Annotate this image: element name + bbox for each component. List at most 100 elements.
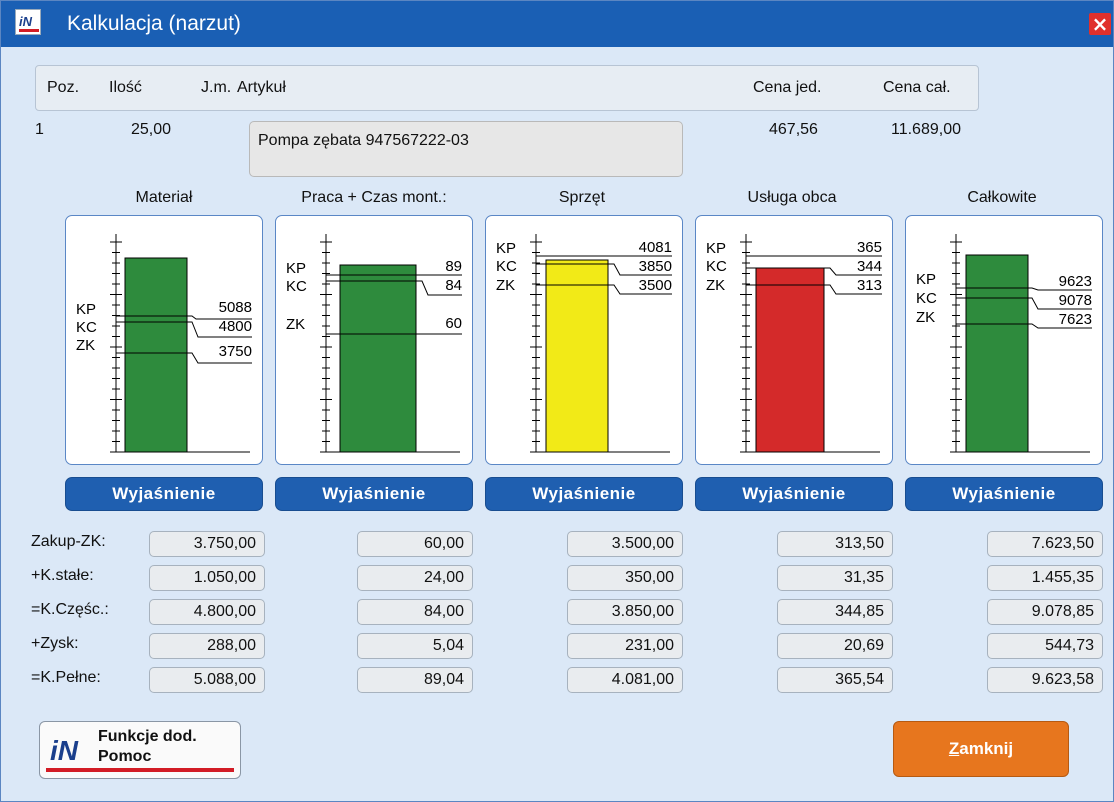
value-field[interactable]: 4.800,00 (149, 599, 265, 625)
value-field[interactable]: 9.623,58 (987, 667, 1103, 693)
help-label: Pomoc (98, 748, 152, 765)
close-mnemonic: Z (948, 739, 960, 758)
value-kp: 9623 (1059, 273, 1092, 290)
window-title: Kalkulacja (narzut) (67, 12, 241, 35)
value-field[interactable]: 544,73 (987, 633, 1103, 659)
chart-bar (545, 259, 609, 453)
row-label-kstale: +K.stałe: (31, 567, 94, 584)
svg-text:iN: iN (50, 735, 79, 766)
header-jm: J.m. (201, 79, 232, 96)
value-field[interactable]: 365,54 (777, 667, 893, 693)
chart-bar (755, 267, 825, 453)
column-title-equipment: Sprzęt (558, 189, 606, 206)
value-field[interactable]: 7.623,50 (987, 531, 1103, 557)
explain-button-equipment[interactable]: Wyjaśnienie (485, 477, 683, 511)
value-zk: 60 (445, 315, 462, 332)
calculation-window: iN Kalkulacja (narzut) × Poz. Ilość J.m.… (0, 0, 1114, 802)
value-field[interactable]: 89,04 (357, 667, 473, 693)
value-field[interactable]: 3.500,00 (567, 531, 683, 557)
value-field[interactable]: 344,85 (777, 599, 893, 625)
chart-bar (124, 257, 188, 453)
label-kp: KP (76, 301, 96, 318)
chart-total: KP KC ZK 9623 9078 7623 (905, 215, 1103, 465)
header-artykul: Artykuł (237, 79, 286, 96)
value-kc: 84 (445, 277, 462, 294)
value-field[interactable]: 3.850,00 (567, 599, 683, 625)
explain-button-material[interactable]: Wyjaśnienie (65, 477, 263, 511)
value-kc: 4800 (219, 318, 252, 335)
value-kp: 89 (445, 258, 462, 275)
explain-button-outsourced[interactable]: Wyjaśnienie (695, 477, 893, 511)
chart-bar (339, 264, 417, 453)
chart-scale (950, 234, 962, 453)
value-field[interactable]: 1.050,00 (149, 565, 265, 591)
value-field[interactable]: 350,00 (567, 565, 683, 591)
header-poz: Poz. (47, 79, 80, 96)
chart-scale (110, 234, 122, 453)
label-zk: ZK (496, 277, 515, 294)
chart-scale (320, 234, 332, 453)
functions-help-button[interactable]: iN Funkcje dod. Pomoc (39, 721, 241, 779)
value-zk: 3750 (219, 343, 252, 360)
value-field[interactable]: 4.081,00 (567, 667, 683, 693)
item-cena-jed: 467,56 (769, 121, 818, 138)
value-zk: 313 (857, 277, 882, 294)
row-label-kczesc: =K.Częśc.: (31, 601, 109, 618)
label-kc: KC (286, 278, 307, 295)
chart-material: KP KC ZK 5088 4800 3750 (65, 215, 263, 465)
explain-button-labor[interactable]: Wyjaśnienie (275, 477, 473, 511)
label-kp: KP (286, 260, 306, 277)
column-title-outsourced: Usługa obca (747, 189, 837, 206)
value-kc: 9078 (1059, 292, 1092, 309)
label-kc: KC (76, 319, 97, 336)
label-kp: KP (706, 240, 726, 257)
functions-label: Funkcje dod. (98, 728, 197, 745)
chart-scale (740, 234, 752, 453)
chart-outsourced: KP KC ZK 365 344 313 (695, 215, 893, 465)
chart-labor: KP KC ZK 89 84 60 (275, 215, 473, 465)
row-label-zakup: Zakup-ZK: (31, 533, 106, 550)
item-poz: 1 (35, 121, 44, 138)
title-bar: iN Kalkulacja (narzut) × (1, 1, 1113, 47)
value-field[interactable]: 3.750,00 (149, 531, 265, 557)
value-field[interactable]: 20,69 (777, 633, 893, 659)
value-field[interactable]: 5,04 (357, 633, 473, 659)
label-zk: ZK (286, 316, 305, 333)
value-kc: 3850 (639, 258, 672, 275)
column-title-material: Materiał (135, 189, 193, 206)
label-kc: KC (916, 290, 937, 307)
value-zk: 7623 (1059, 311, 1092, 328)
chart-scale (530, 234, 542, 453)
value-kp: 5088 (219, 299, 252, 316)
value-field[interactable]: 288,00 (149, 633, 265, 659)
item-cena-cal: 11.689,00 (891, 121, 961, 138)
value-field[interactable]: 84,00 (357, 599, 473, 625)
header-cena-jed: Cena jed. (753, 79, 822, 96)
value-kp: 365 (857, 239, 882, 256)
value-field[interactable]: 313,50 (777, 531, 893, 557)
accent-bar (46, 768, 234, 772)
value-zk: 3500 (639, 277, 672, 294)
app-logo-icon: iN (48, 730, 92, 768)
value-field[interactable]: 1.455,35 (987, 565, 1103, 591)
value-field[interactable]: 31,35 (777, 565, 893, 591)
column-title-labor: Praca + Czas mont.: (301, 189, 447, 206)
value-kc: 344 (857, 258, 882, 275)
header-row (35, 65, 979, 111)
close-icon[interactable]: × (1089, 13, 1111, 35)
explain-button-total[interactable]: Wyjaśnienie (905, 477, 1103, 511)
label-kc: KC (496, 258, 517, 275)
item-article-field[interactable]: Pompa zębata 947567222-03 (249, 121, 683, 177)
value-field[interactable]: 60,00 (357, 531, 473, 557)
value-field[interactable]: 231,00 (567, 633, 683, 659)
label-zk: ZK (706, 277, 725, 294)
close-button[interactable]: Zamknij (893, 721, 1069, 777)
value-field[interactable]: 5.088,00 (149, 667, 265, 693)
row-label-kpelne: =K.Pełne: (31, 669, 101, 686)
item-ilosc: 25,00 (131, 121, 172, 138)
close-label: amknij (959, 739, 1014, 758)
value-field[interactable]: 9.078,85 (987, 599, 1103, 625)
value-field[interactable]: 24,00 (357, 565, 473, 591)
chart-equipment: KP KC ZK 4081 3850 3500 (485, 215, 683, 465)
item-article-text: Pompa zębata 947567222-03 (258, 132, 469, 149)
